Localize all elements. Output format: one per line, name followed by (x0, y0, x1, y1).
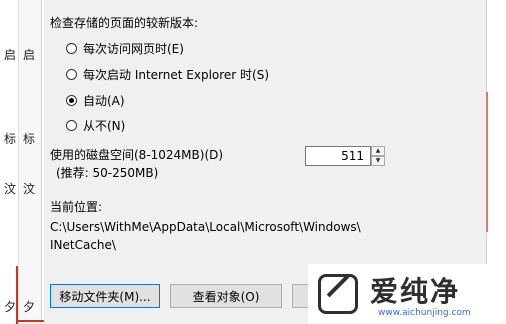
increment-button[interactable]: ▲ (371, 146, 385, 156)
background-text: 夕 (23, 300, 36, 314)
decrement-button[interactable]: ▼ (371, 156, 385, 166)
radio-button[interactable] (66, 120, 77, 131)
watermark-url: www.aichunjing.com (378, 308, 471, 318)
background-text: 标 (23, 132, 36, 146)
background-text: 汶 (23, 182, 36, 196)
background-text: 启 (23, 48, 36, 62)
watermark-logo: 爱纯净 www.aichunjing.com (308, 264, 506, 324)
watermark-brand: 爱纯净 (370, 275, 461, 308)
disk-space-recommendation: (推荐: 50-250MB) (56, 166, 159, 180)
background-text: 启 (4, 48, 17, 62)
disk-space-value: 511 (341, 149, 364, 163)
radio-label: 每次启动 Internet Explorer 时(S) (83, 68, 270, 82)
radio-every-visit[interactable]: 每次访问网页时(E) (66, 40, 184, 57)
logo-box-icon (318, 274, 358, 314)
radio-every-start[interactable]: 每次启动 Internet Explorer 时(S) (66, 66, 269, 83)
background-frame-edge (486, 92, 488, 232)
background-text: 标 (4, 132, 17, 146)
radio-never[interactable]: 从不(N) (66, 117, 125, 134)
view-objects-button[interactable]: 查看对象(O) (170, 284, 282, 308)
disk-space-stepper[interactable]: ▲ ▼ (371, 146, 385, 166)
current-location-path-line: C:\Users\WithMe\AppData\Local\Microsoft\… (50, 220, 361, 234)
radio-button[interactable] (66, 69, 77, 80)
radio-automatic[interactable]: 自动(A) (66, 92, 125, 109)
current-location-label: 当前位置: (50, 200, 103, 214)
disk-space-label: 使用的磁盘空间(8-1024MB)(D) (50, 148, 224, 162)
view-objects-label: 查看对象(O) (192, 289, 260, 304)
move-folder-button[interactable]: 移动文件夹(M)... (50, 284, 160, 308)
current-location-path-line: INetCache\ (50, 238, 116, 252)
disk-space-input[interactable]: 511 (305, 146, 371, 166)
background-frame-edge (16, 266, 18, 324)
radio-button-selected[interactable] (66, 95, 77, 106)
background-text: 汶 (4, 182, 17, 196)
move-folder-label: 移动文件夹(M)... (59, 289, 151, 304)
radio-label: 每次访问网页时(E) (83, 42, 184, 56)
current-location-path: C:\Users\WithMe\AppData\Local\Microsoft\… (50, 218, 380, 254)
radio-label: 自动(A) (83, 94, 125, 108)
radio-button[interactable] (66, 43, 77, 54)
check-versions-heading: 检查存储的页面的较新版本: (50, 16, 199, 30)
radio-label: 从不(N) (83, 119, 126, 133)
background-text: 夕 (4, 300, 17, 314)
